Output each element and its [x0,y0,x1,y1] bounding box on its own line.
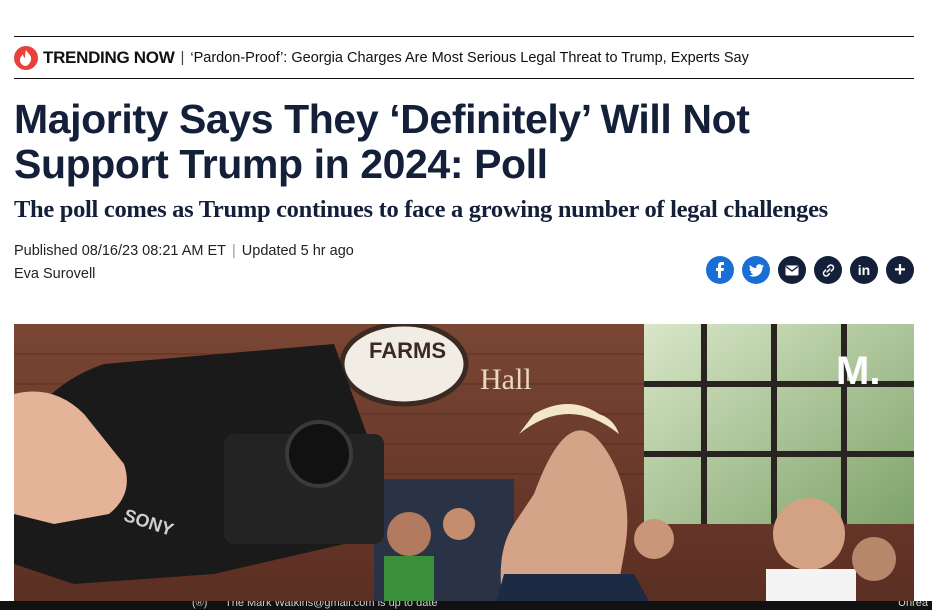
share-bar: in + [706,256,914,284]
notification-text: The Mark Watkins@gmail.com is up to date [225,601,438,609]
sign-text: FARMS [369,338,446,363]
flame-icon [14,45,38,70]
notification-icon: (®) [192,601,208,609]
trending-bar: TRENDING NOW | ‘Pardon-Proof’: Georgia C… [14,36,914,79]
notification-right-text: Unrea [898,601,928,609]
email-icon[interactable] [778,256,806,284]
article-subtitle: The poll comes as Trump continues to fac… [14,196,828,223]
brand-watermark: M. [836,349,880,393]
meta-divider: | [232,243,236,259]
updated-time: Updated 5 hr ago [241,243,354,259]
article-title: Majority Says They ‘Definitely’ Will Not… [14,96,750,187]
more-icon[interactable]: + [886,256,914,284]
notification-strip: (®) The Mark Watkins@gmail.com is up to … [0,601,932,610]
author-name[interactable]: Eva Surovell [14,266,95,282]
video-frame: FARMS Hall SONY M. [14,324,914,610]
link-icon[interactable] [814,256,842,284]
linkedin-icon[interactable]: in [850,256,878,284]
facebook-icon[interactable] [706,256,734,284]
trending-label: TRENDING NOW [43,47,175,67]
hall-text: Hall [480,363,532,396]
video-player[interactable]: FARMS Hall SONY M. [14,324,914,610]
trending-headline-link[interactable]: ‘Pardon-Proof’: Georgia Charges Are Most… [190,50,749,66]
article-meta: Published 08/16/23 08:21 AM ET | Updated 5… [14,243,354,259]
trending-separator: | [180,49,185,66]
published-date: Published 08/16/23 08:21 AM ET [14,243,227,259]
twitter-icon[interactable] [742,256,770,284]
